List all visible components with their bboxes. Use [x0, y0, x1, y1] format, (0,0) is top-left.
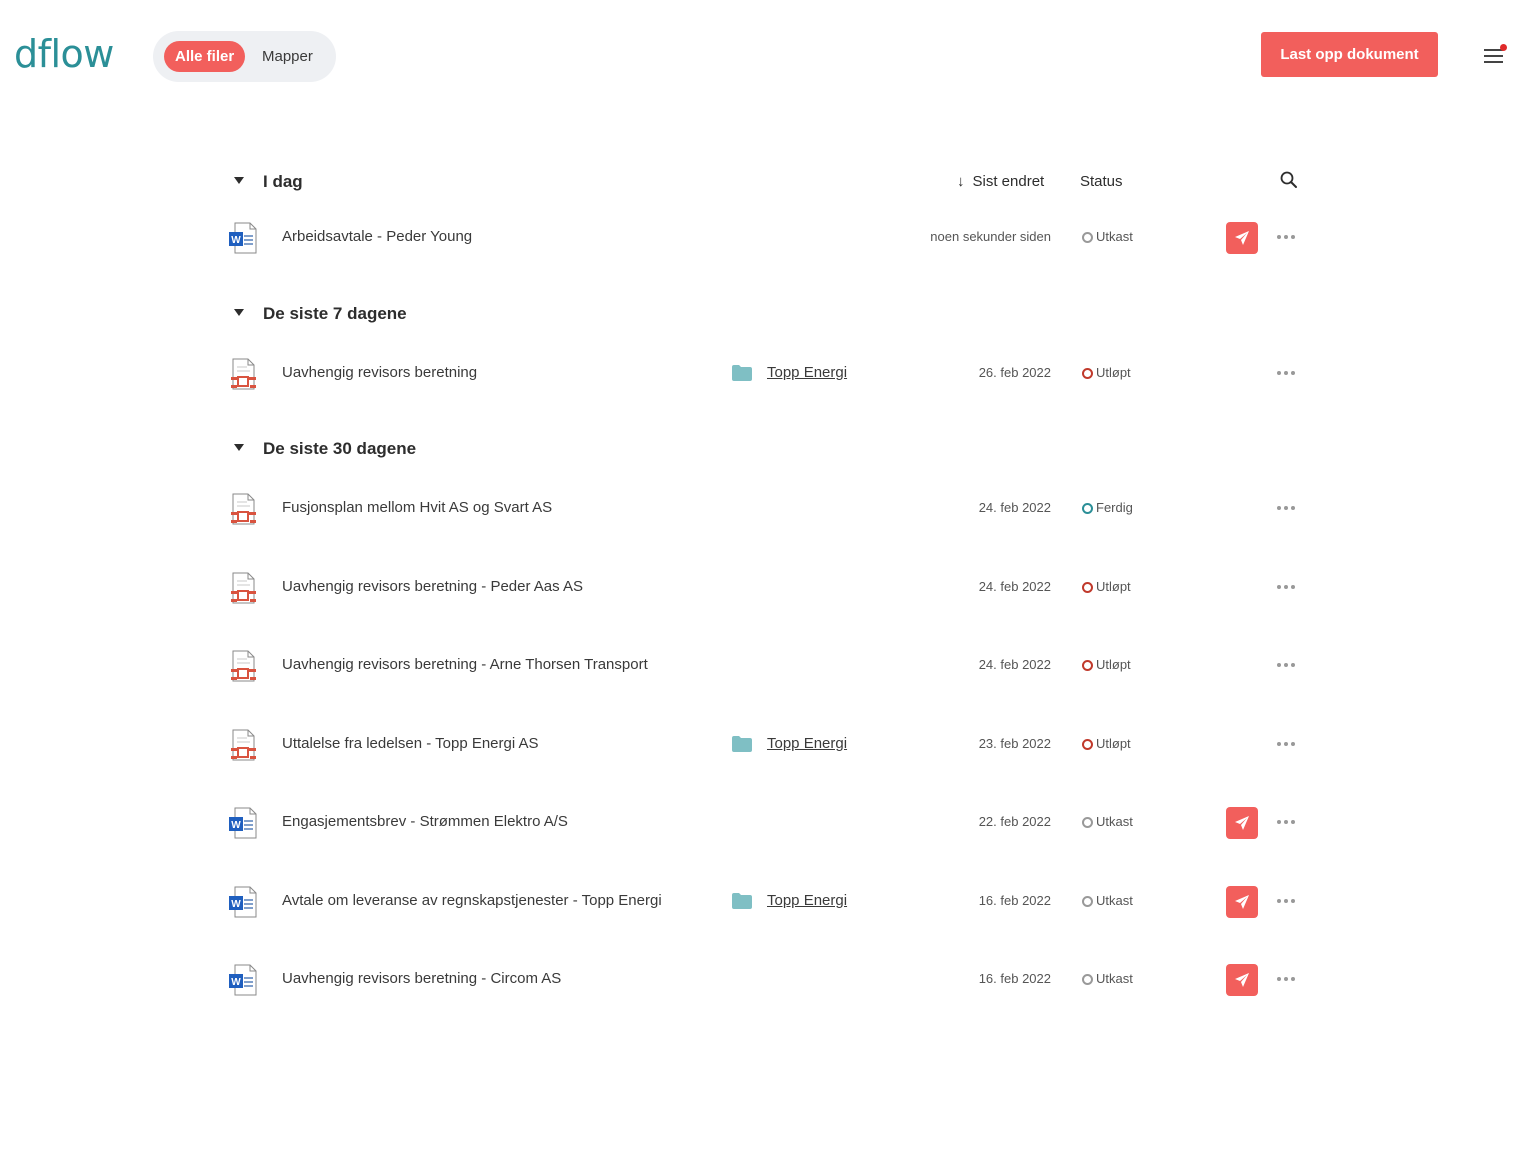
status-text: Utkast [1096, 229, 1133, 244]
status-ring-icon [1082, 232, 1093, 243]
send-button[interactable] [1226, 222, 1258, 254]
status-text: Utløpt [1096, 579, 1131, 594]
status-ring-icon [1082, 739, 1093, 750]
column-header-status[interactable]: Status [1080, 168, 1123, 196]
file-row[interactable]: Uttalelse fra ledelsen - Topp Energi AS T… [225, 725, 1305, 765]
folder-icon [732, 736, 752, 752]
folder-name[interactable]: Topp Energi [767, 735, 847, 752]
file-name[interactable]: Uavhengig revisors beretning - Circom AS [282, 970, 561, 987]
more-options-icon[interactable] [1277, 977, 1297, 983]
svg-text:W: W [231, 820, 241, 831]
upload-document-button[interactable]: Last opp dokument [1261, 32, 1438, 77]
file-name[interactable]: Uavhengig revisors beretning [282, 364, 477, 381]
more-options-icon[interactable] [1277, 820, 1297, 826]
status-text: Utkast [1096, 971, 1133, 986]
last-changed-date: 24. feb 2022 [978, 657, 1051, 672]
file-row[interactable]: W Arbeidsavtale - Peder Young noen sekunde… [225, 218, 1305, 258]
file-row[interactable]: Uavhengig revisors beretning - Peder Aas… [225, 568, 1305, 608]
file-row[interactable]: Uavhengig revisors beretning Topp Energi 2… [225, 354, 1305, 394]
file-name[interactable]: Uavhengig revisors beretning - Peder Aas… [282, 578, 583, 595]
folder-name[interactable]: Topp Energi [767, 364, 847, 381]
status-text: Utløpt [1096, 736, 1131, 751]
last-changed-date: 23. feb 2022 [978, 736, 1051, 751]
group-title: De siste 7 dagene [263, 304, 407, 323]
pdf-document-icon [227, 728, 259, 762]
status-text: Ferdig [1096, 500, 1133, 515]
more-options-icon[interactable] [1277, 585, 1297, 591]
last-changed-date: 24. feb 2022 [978, 579, 1051, 594]
file-name[interactable]: Uttalelse fra ledelsen - Topp Energi AS [282, 735, 539, 752]
tab-folders[interactable]: Mapper [251, 41, 324, 72]
file-row[interactable]: Fusjonsplan mellom Hvit AS og Svart AS 24… [225, 489, 1305, 529]
pdf-document-icon [227, 649, 259, 683]
status-ring-icon [1082, 660, 1093, 671]
status-text: Utløpt [1096, 365, 1131, 380]
status-text: Utkast [1096, 893, 1133, 908]
column-header-last-changed: Sist endret [972, 173, 1045, 190]
more-options-icon[interactable] [1277, 371, 1297, 377]
send-button[interactable] [1226, 886, 1258, 918]
word-document-icon: W [227, 963, 259, 997]
file-name[interactable]: Uavhengig revisors beretning - Arne Thor… [282, 656, 648, 673]
word-document-icon: W [227, 221, 259, 255]
status-ring-icon [1082, 503, 1093, 514]
caret-down-icon[interactable] [234, 177, 244, 184]
more-options-icon[interactable] [1277, 506, 1297, 512]
file-row[interactable]: Uavhengig revisors beretning - Arne Thor… [225, 646, 1305, 686]
last-changed-date: noen sekunder siden [930, 229, 1051, 244]
group-title: I dag [263, 172, 303, 191]
notification-dot [1500, 44, 1507, 51]
pdf-document-icon [227, 571, 259, 605]
status-ring-icon [1082, 368, 1093, 379]
sort-last-changed[interactable]: ↓ Sist endret [957, 168, 1044, 196]
pdf-document-icon [227, 357, 259, 391]
last-changed-date: 26. feb 2022 [978, 365, 1051, 380]
more-options-icon[interactable] [1277, 742, 1297, 748]
view-toggle: Alle filer Mapper [153, 31, 336, 82]
status-ring-icon [1082, 817, 1093, 828]
last-changed-date: 16. feb 2022 [978, 893, 1051, 908]
status-ring-icon [1082, 896, 1093, 907]
file-name[interactable]: Fusjonsplan mellom Hvit AS og Svart AS [282, 499, 552, 516]
word-document-icon: W [227, 806, 259, 840]
file-row[interactable]: W Avtale om leveranse av regnskapstjenest… [225, 882, 1305, 922]
file-name[interactable]: Arbeidsavtale - Peder Young [282, 228, 472, 245]
sort-arrow-icon: ↓ [957, 173, 965, 190]
tab-all-files[interactable]: Alle filer [164, 41, 246, 72]
last-changed-date: 22. feb 2022 [978, 814, 1051, 829]
folder-name[interactable]: Topp Energi [767, 892, 847, 909]
svg-text:W: W [231, 977, 241, 988]
file-row[interactable]: W Engasjementsbrev - Strømmen Elektro A/S… [225, 803, 1305, 843]
status-ring-icon [1082, 582, 1093, 593]
svg-text:W: W [231, 235, 241, 246]
logo[interactable]: dflow [14, 32, 114, 76]
word-document-icon: W [227, 885, 259, 919]
caret-down-icon[interactable] [234, 444, 244, 451]
group-title: De siste 30 dagene [263, 439, 417, 458]
status-text: Utkast [1096, 814, 1133, 829]
more-options-icon[interactable] [1277, 235, 1297, 241]
file-name[interactable]: Avtale om leveranse av regnskapstjeneste… [282, 892, 662, 909]
pdf-document-icon [227, 492, 259, 526]
hamburger-menu-icon[interactable] [1484, 44, 1507, 66]
more-options-icon[interactable] [1277, 663, 1297, 669]
status-ring-icon [1082, 974, 1093, 985]
svg-text:W: W [231, 899, 241, 910]
last-changed-date: 24. feb 2022 [978, 500, 1051, 515]
status-text: Utløpt [1096, 657, 1131, 672]
file-row[interactable]: W Uavhengig revisors beretning - Circom A… [225, 960, 1305, 1000]
send-button[interactable] [1226, 964, 1258, 996]
more-options-icon[interactable] [1277, 899, 1297, 905]
file-name[interactable]: Engasjementsbrev - Strømmen Elektro A/S [282, 813, 568, 830]
last-changed-date: 16. feb 2022 [978, 971, 1051, 986]
search-icon[interactable] [1279, 170, 1299, 190]
folder-icon [732, 893, 752, 909]
caret-down-icon[interactable] [234, 309, 244, 316]
folder-icon [732, 365, 752, 381]
send-button[interactable] [1226, 807, 1258, 839]
